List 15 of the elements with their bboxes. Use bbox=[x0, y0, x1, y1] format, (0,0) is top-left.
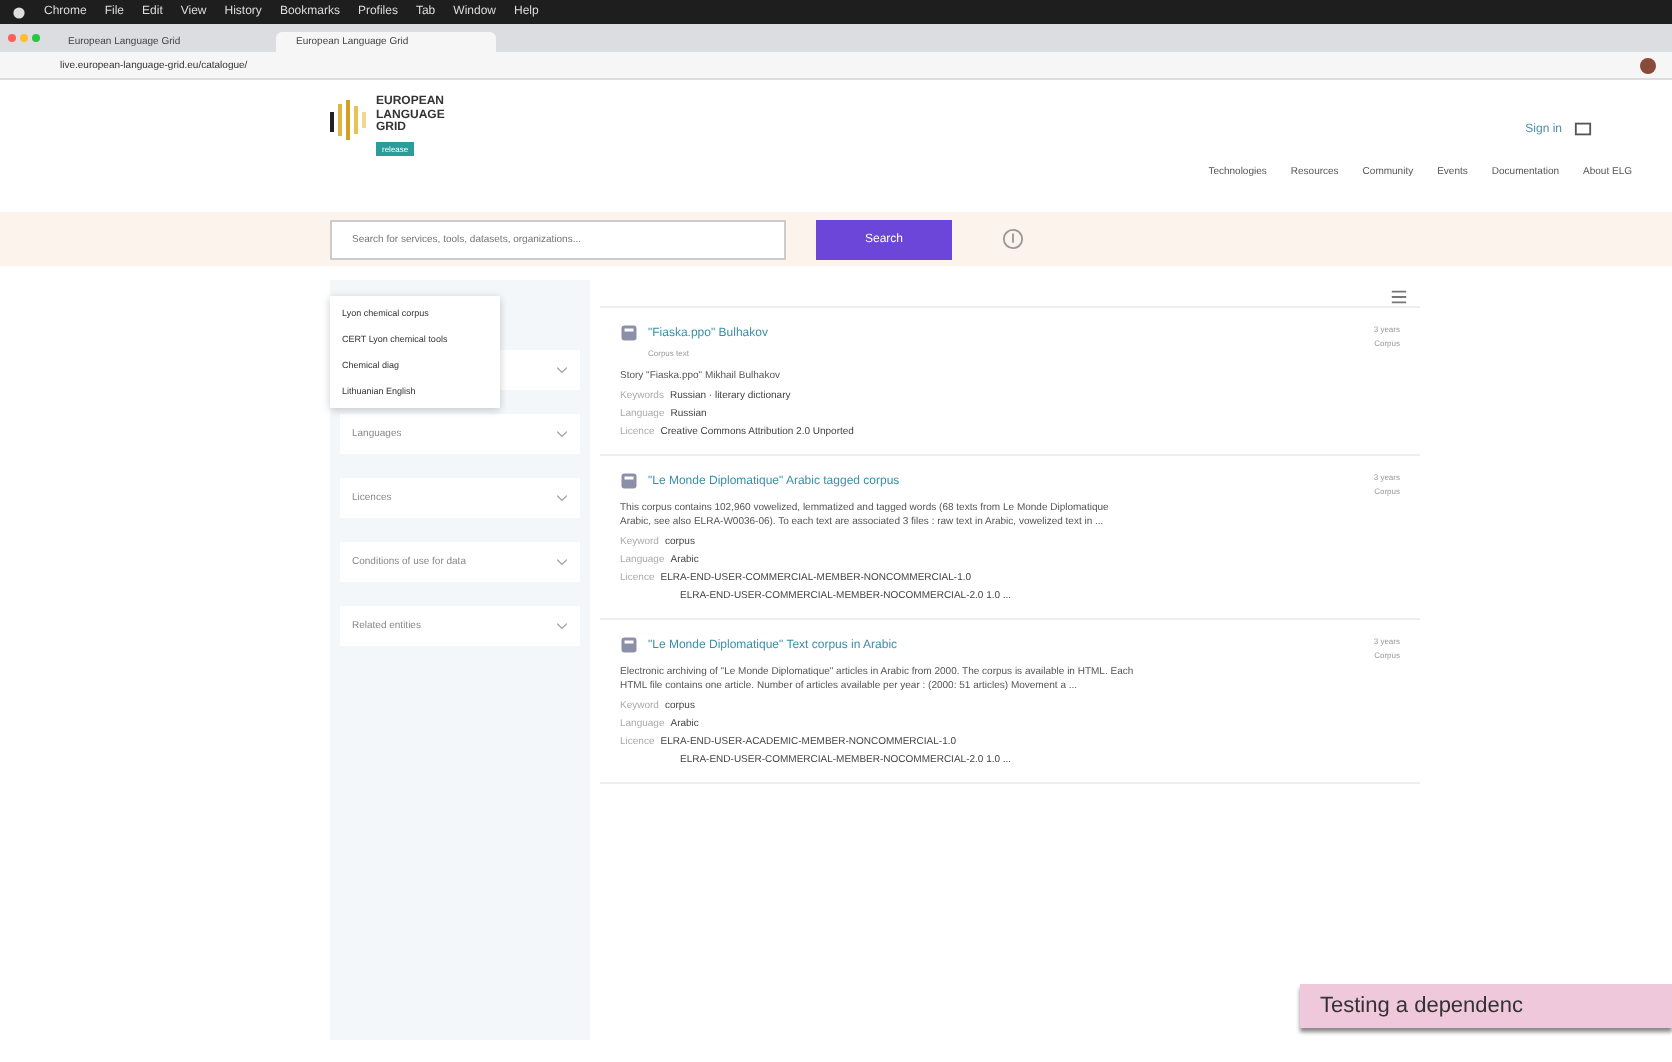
login-icon[interactable] bbox=[1574, 120, 1592, 138]
database-icon bbox=[620, 472, 638, 490]
caption-banner: Testing a dependenc bbox=[1300, 984, 1672, 1028]
chevron-icon bbox=[556, 430, 568, 438]
list-view-icon[interactable] bbox=[1390, 288, 1408, 306]
database-icon bbox=[620, 636, 638, 654]
logo-icon[interactable] bbox=[328, 96, 368, 144]
chevron-icon bbox=[556, 366, 568, 374]
avatar-icon[interactable] bbox=[1640, 57, 1656, 73]
database-icon bbox=[620, 324, 638, 342]
apple-icon[interactable] bbox=[12, 5, 26, 19]
info-icon[interactable] bbox=[1002, 228, 1024, 250]
chevron-icon bbox=[556, 558, 568, 566]
chevron-icon bbox=[556, 494, 568, 502]
chevron-icon bbox=[556, 622, 568, 630]
